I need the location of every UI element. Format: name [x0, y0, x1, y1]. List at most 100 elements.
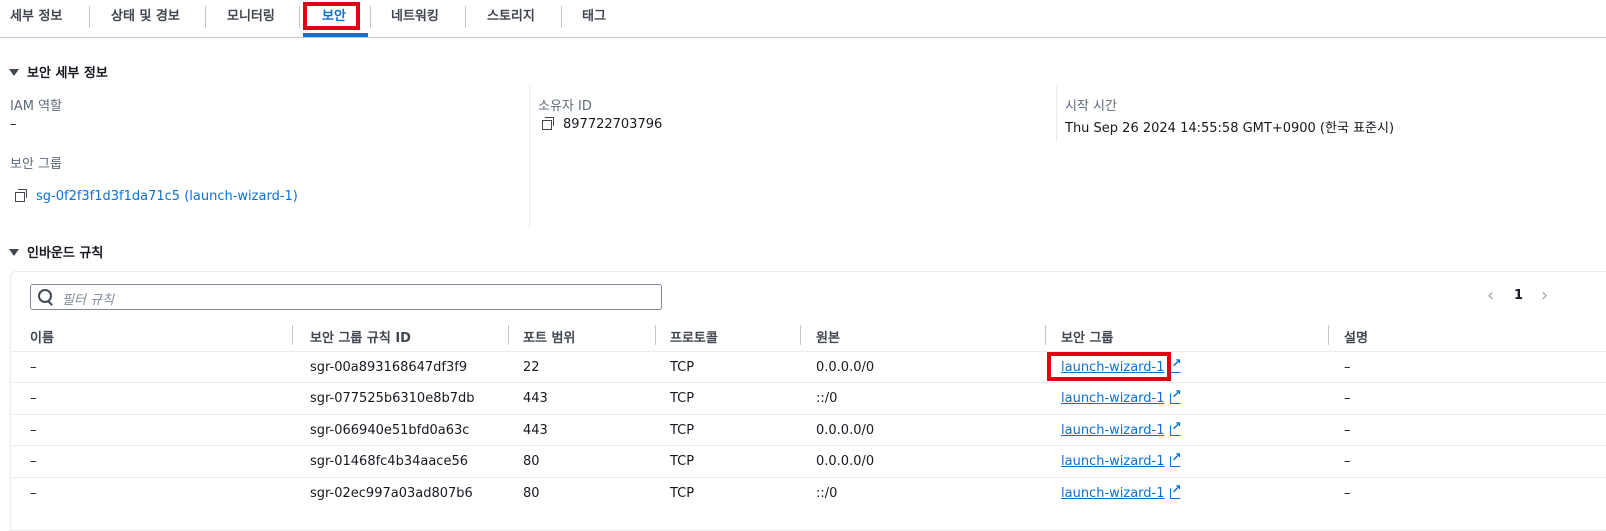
cell-description: – [1344, 454, 1351, 469]
search-icon [38, 289, 52, 303]
cell-rule-id: sgr-01468fc4b34aace56 [310, 454, 468, 469]
cell-name: – [30, 486, 37, 501]
cell-port: 80 [523, 486, 540, 501]
cell-protocol: TCP [670, 486, 695, 501]
security-group-link-highlight-box [1047, 352, 1171, 381]
col-header-description[interactable]: 설명 [1344, 327, 1368, 346]
cell-rule-id: sgr-066940e51bfd0a63c [310, 423, 470, 438]
cell-source: 0.0.0.0/0 [816, 360, 875, 375]
column-resizer[interactable] [1045, 325, 1046, 345]
column-resizer[interactable] [292, 325, 293, 345]
caret-down-icon [9, 249, 19, 256]
row-divider [11, 477, 1606, 478]
security-details-title: 보안 세부 정보 [27, 66, 108, 81]
tab-divider [89, 6, 90, 28]
cell-name: – [30, 391, 37, 406]
owner-id-value: 897722703796 [563, 117, 663, 132]
external-link-icon[interactable] [1169, 356, 1182, 373]
column-divider [1056, 86, 1057, 142]
cell-port: 443 [523, 423, 548, 438]
cell-rule-id: sgr-077525b6310e8b7db [310, 391, 475, 406]
launch-time-label: 시작 시간 [1065, 99, 1117, 114]
cell-source: ::/0 [816, 391, 838, 406]
chevron-right-icon[interactable]: › [1541, 287, 1548, 305]
col-header-security-group[interactable]: 보안 그룹 [1061, 327, 1113, 346]
tab-divider [561, 6, 562, 28]
external-link-icon[interactable] [1169, 419, 1182, 436]
cell-description: – [1344, 360, 1351, 375]
cell-source: 0.0.0.0/0 [816, 423, 875, 438]
cell-port: 22 [523, 360, 540, 375]
page-number[interactable]: 1 [1514, 288, 1523, 303]
security-group-link[interactable]: launch-wizard-1 [1061, 486, 1165, 501]
tab-tags[interactable]: 태그 [582, 0, 606, 36]
cell-name: – [30, 360, 37, 375]
table-divider [11, 351, 1606, 352]
caret-down-icon [9, 69, 19, 76]
security-group-link[interactable]: sg-0f2f3f1d3f1da71c5 (launch-wizard-1) [36, 189, 298, 204]
security-details-header[interactable]: 보안 세부 정보 [9, 62, 108, 81]
cell-port: 443 [523, 391, 548, 406]
launch-time-value: Thu Sep 26 2024 14:55:58 GMT+0900 (한국 표준… [1065, 121, 1395, 136]
external-link-icon[interactable] [1169, 387, 1182, 404]
security-group-link[interactable]: launch-wizard-1 [1061, 454, 1165, 469]
external-link-icon[interactable] [1169, 450, 1182, 467]
col-header-protocol[interactable]: 프로토콜 [670, 327, 718, 346]
security-group-field: sg-0f2f3f1d3f1da71c5 (launch-wizard-1) [15, 189, 298, 204]
security-tab-highlight-box [303, 2, 360, 30]
col-header-source[interactable]: 원본 [816, 327, 840, 346]
owner-id-field: 897722703796 [542, 117, 662, 132]
cell-protocol: TCP [670, 454, 695, 469]
tab-status-alarms[interactable]: 상태 및 경보 [111, 0, 180, 36]
cell-security-group: launch-wizard-1 [1061, 482, 1182, 501]
tab-storage[interactable]: 스토리지 [487, 0, 535, 36]
cell-name: – [30, 454, 37, 469]
cell-security-group: launch-wizard-1 [1061, 450, 1182, 469]
row-divider [11, 414, 1606, 415]
cell-port: 80 [523, 454, 540, 469]
inbound-rules-table-container [10, 271, 1606, 531]
tab-divider [205, 6, 206, 28]
cell-protocol: TCP [670, 391, 695, 406]
row-divider [11, 382, 1606, 383]
row-divider [11, 445, 1606, 446]
cell-security-group: launch-wizard-1 [1061, 419, 1182, 438]
cell-security-group: launch-wizard-1 [1061, 387, 1182, 406]
filter-placeholder: 필터 규칙 [62, 293, 114, 308]
security-group-label: 보안 그룹 [10, 157, 62, 172]
tab-divider [299, 6, 300, 28]
cell-name: – [30, 423, 37, 438]
inbound-rules-title: 인바운드 규칙 [27, 246, 104, 261]
cell-source: ::/0 [816, 486, 838, 501]
col-header-rule-id[interactable]: 보안 그룹 규칙 ID [310, 327, 411, 346]
inbound-rules-header[interactable]: 인바운드 규칙 [9, 242, 103, 261]
tab-divider [370, 6, 371, 28]
tab-details[interactable]: 세부 정보 [10, 0, 62, 36]
tab-networking[interactable]: 네트워킹 [391, 0, 439, 36]
column-resizer[interactable] [1328, 325, 1329, 345]
cell-description: – [1344, 391, 1351, 406]
column-resizer[interactable] [508, 325, 509, 345]
cell-description: – [1344, 423, 1351, 438]
cell-source: 0.0.0.0/0 [816, 454, 875, 469]
copy-icon[interactable] [542, 117, 555, 130]
iam-role-label: IAM 역할 [10, 99, 62, 114]
active-tab-indicator [303, 33, 368, 37]
col-header-name[interactable]: 이름 [30, 327, 54, 346]
filter-rules-input[interactable] [30, 284, 662, 310]
col-header-port-range[interactable]: 포트 범위 [523, 327, 575, 346]
tab-monitoring[interactable]: 모니터링 [227, 0, 275, 36]
copy-icon[interactable] [15, 189, 28, 202]
security-group-link[interactable]: launch-wizard-1 [1061, 423, 1165, 438]
security-group-link[interactable]: launch-wizard-1 [1061, 391, 1165, 406]
tab-divider [465, 6, 466, 28]
cell-description: – [1344, 486, 1351, 501]
column-resizer[interactable] [800, 325, 801, 345]
iam-role-value: – [10, 117, 17, 132]
cell-protocol: TCP [670, 423, 695, 438]
cell-rule-id: sgr-00a893168647df3f9 [310, 360, 468, 375]
column-resizer[interactable] [655, 325, 656, 345]
external-link-icon[interactable] [1169, 482, 1182, 499]
owner-id-label: 소유자 ID [538, 99, 592, 114]
chevron-left-icon[interactable]: ‹ [1487, 287, 1494, 305]
